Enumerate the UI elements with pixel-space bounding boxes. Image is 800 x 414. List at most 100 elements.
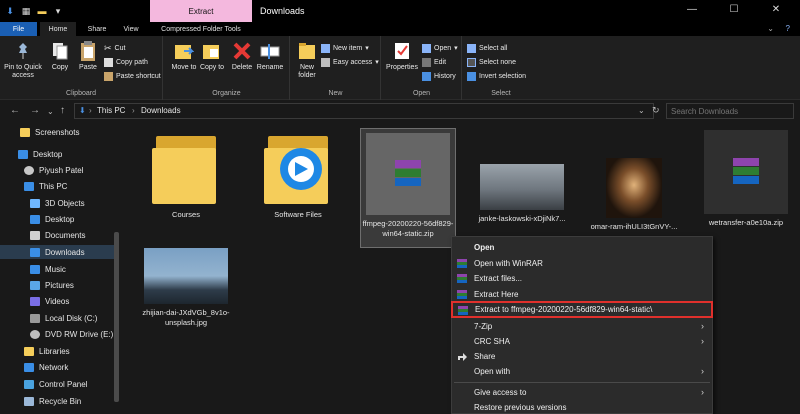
sidebar-item-downloads[interactable]: Downloads	[0, 245, 114, 259]
paste-shortcut-button[interactable]: Paste shortcut	[104, 70, 161, 82]
sidebar-item-music[interactable]: Music	[30, 262, 66, 276]
up-arrow-icon[interactable]: ↑	[60, 105, 65, 116]
file-item-wetransfer-zip[interactable]: wetransfer-a0e10a.zip	[698, 130, 794, 228]
tab-compressed-folder-tools[interactable]: Compressed Folder Tools	[150, 22, 252, 36]
file-item-ffmpeg-zip[interactable]: ffmpeg-20200220-56df829-win64-static.zip	[360, 128, 456, 248]
menu-item-give-access-to[interactable]: Give access to ›	[452, 385, 712, 400]
folder-with-app-icon	[262, 130, 334, 206]
winrar-icon	[457, 274, 467, 283]
sidebar-item-3d-objects[interactable]: 3D Objects	[30, 196, 85, 210]
winrar-icon	[733, 158, 759, 186]
close-button[interactable]: ✕	[770, 4, 782, 15]
down-arrow-icon[interactable]: ⬇	[4, 5, 16, 17]
menu-item-open[interactable]: Open	[452, 240, 712, 255]
help-icon[interactable]: ?	[786, 24, 790, 33]
tab-view[interactable]: View	[116, 22, 146, 36]
menu-item-extract-files[interactable]: Extract files...	[452, 271, 712, 286]
menu-item-open-with-winrar[interactable]: Open with WinRAR	[452, 256, 712, 271]
file-item-janke-photo[interactable]: janke-laskowski-xDjiNk7...	[474, 164, 570, 224]
refresh-icon[interactable]: ↻	[652, 105, 660, 116]
select-none-label: Select none	[479, 58, 516, 66]
copy-button[interactable]: Copy	[46, 40, 74, 72]
sidebar-item-dvd-drive[interactable]: DVD RW Drive (E:)	[30, 327, 113, 341]
move-to-button[interactable]: Move to	[170, 40, 198, 72]
context-menu: Open Open with WinRAR Extract files... E…	[451, 236, 713, 414]
sidebar-scrollbar[interactable]	[114, 232, 119, 402]
menu-item-7zip[interactable]: 7-Zip ›	[452, 319, 712, 334]
sidebar-item-videos[interactable]: Videos	[30, 294, 69, 308]
copy-path-label: Copy path	[116, 58, 148, 66]
menu-item-label: Share	[474, 352, 496, 361]
maximize-button[interactable]: ☐	[728, 4, 740, 15]
copy-to-button[interactable]: Copy to	[198, 40, 226, 72]
select-none-icon	[467, 57, 476, 67]
cube-icon	[30, 198, 40, 208]
select-all-button[interactable]: Select all	[467, 42, 507, 54]
sidebar-item-pictures[interactable]: Pictures	[30, 278, 74, 292]
easy-access-label: Easy access	[333, 58, 373, 66]
sidebar-item-documents[interactable]: Documents	[30, 228, 85, 242]
new-item-button[interactable]: New item ▾	[321, 42, 369, 54]
address-bar[interactable]: ⬇ › This PC › Downloads	[74, 103, 654, 119]
rename-button[interactable]: Rename	[256, 40, 284, 72]
select-none-button[interactable]: Select none	[467, 56, 516, 68]
sidebar-item-label: Pictures	[45, 280, 74, 290]
menu-item-share[interactable]: Share	[452, 349, 712, 364]
history-button[interactable]: History	[422, 70, 456, 82]
copy-path-button[interactable]: Copy path	[104, 56, 148, 68]
sidebar-item-this-pc[interactable]: This PC	[24, 179, 67, 193]
sidebar-item-network[interactable]: Network	[24, 360, 68, 374]
tab-file[interactable]: File	[0, 22, 37, 36]
folder-icon[interactable]: ▬	[36, 5, 48, 17]
sidebar-item-local-disk[interactable]: Local Disk (C:)	[30, 311, 97, 325]
properties-icon[interactable]: ▦	[20, 5, 32, 17]
customize-toolbar-icon[interactable]: ▾	[52, 5, 64, 17]
tab-share[interactable]: Share	[80, 22, 114, 36]
pin-to-quick-access-button[interactable]: Pin to Quick access	[4, 40, 42, 80]
recent-locations-icon[interactable]: ⌄	[47, 107, 54, 116]
minimize-button[interactable]: —	[686, 4, 698, 15]
chevron-down-icon[interactable]: ⌄	[767, 24, 774, 33]
address-dropdown-icon[interactable]: ⌄	[638, 106, 645, 115]
open-button[interactable]: Open ▾	[422, 42, 458, 54]
search-box[interactable]	[666, 103, 794, 119]
address-row: ← → ⌄ ↑ ⬇ › This PC › Downloads ⌄ ↻	[0, 100, 800, 122]
file-item-zhijian-photo[interactable]: zhijian-dai-JXdVGb_8v1o-unsplash.jpg	[138, 248, 234, 328]
delete-button[interactable]: Delete	[228, 40, 256, 72]
easy-access-button[interactable]: Easy access ▾	[321, 56, 379, 68]
cut-button[interactable]: ✂ Cut	[104, 42, 125, 54]
open-icon	[422, 43, 431, 53]
file-name: ffmpeg-20200220-56df829-win64-static.zip	[362, 219, 454, 238]
sidebar-item-recycle-bin[interactable]: Recycle Bin	[24, 394, 81, 408]
menu-item-open-with[interactable]: Open with ›	[452, 364, 712, 379]
properties-button[interactable]: Properties	[384, 40, 420, 72]
breadcrumb-this-pc[interactable]: This PC	[97, 106, 125, 115]
copy-path-icon	[104, 57, 113, 67]
file-item-courses[interactable]: Courses	[138, 130, 234, 220]
menu-item-crc-sha[interactable]: CRC SHA ›	[452, 334, 712, 349]
menu-item-label: Extract files...	[474, 274, 523, 283]
invert-selection-button[interactable]: Invert selection	[467, 70, 526, 82]
back-arrow-icon[interactable]: ←	[10, 105, 20, 116]
edit-button[interactable]: Edit	[422, 56, 446, 68]
forward-arrow-icon[interactable]: →	[30, 105, 40, 116]
group-select: Select all Select none Invert selection …	[463, 36, 539, 100]
search-input[interactable]	[667, 104, 793, 118]
menu-item-extract-to-folder[interactable]: Extract to ffmpeg-20200220-56df829-win64…	[451, 301, 713, 318]
sidebar-item-desktop[interactable]: Desktop	[30, 212, 74, 226]
menu-item-restore-previous-versions[interactable]: Restore previous versions	[452, 400, 712, 414]
breadcrumb-downloads[interactable]: Downloads	[141, 106, 181, 115]
paste-button[interactable]: Paste	[74, 40, 102, 72]
file-item-omar-photo[interactable]: omar-ram-ihULI3tGnVY-...	[586, 158, 682, 232]
control-panel-icon	[24, 379, 34, 389]
sidebar-item-screenshots[interactable]: Screenshots	[20, 125, 79, 139]
new-folder-button[interactable]: New folder	[293, 40, 321, 80]
desktop-icon	[18, 149, 28, 159]
sidebar-item-user[interactable]: Piyush Patel	[24, 163, 83, 177]
sidebar-item-desktop-top[interactable]: Desktop	[18, 147, 62, 161]
menu-item-extract-here[interactable]: Extract Here	[452, 287, 712, 302]
sidebar-item-control-panel[interactable]: Control Panel	[24, 377, 87, 391]
file-item-software-files[interactable]: Software Files	[250, 130, 346, 220]
tab-home[interactable]: Home	[40, 22, 76, 36]
sidebar-item-libraries[interactable]: Libraries	[24, 344, 70, 358]
